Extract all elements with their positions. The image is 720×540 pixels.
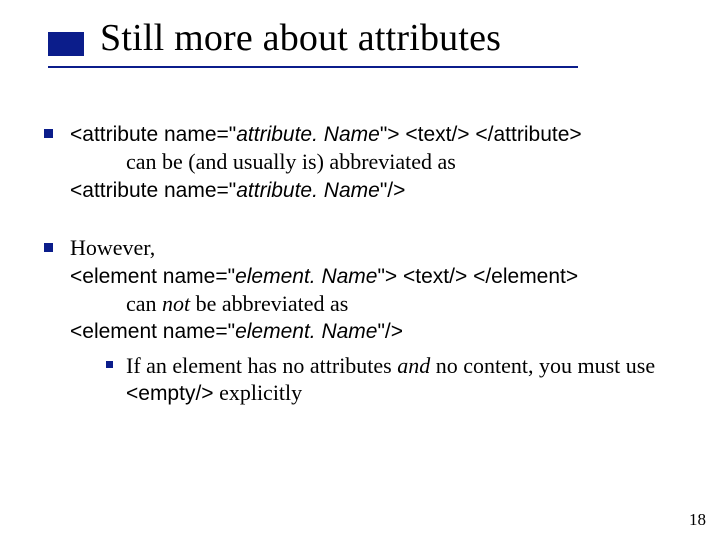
- code-elem-long: <element name="element. Name"> <text/> <…: [70, 265, 578, 288]
- slide: Still more about attributes <attribute n…: [0, 0, 720, 540]
- body-content: <attribute name="attribute. Name"> <text…: [40, 120, 690, 437]
- title-block: Still more about attributes: [100, 16, 501, 60]
- code-attr-short: <attribute name="attribute. Name"/>: [70, 179, 405, 202]
- bullet-2: However, <element name="element. Name"> …: [40, 234, 690, 407]
- bullet-2-sub: If an element has no attributes and no c…: [70, 352, 690, 408]
- bullet-1: <attribute name="attribute. Name"> <text…: [40, 120, 690, 204]
- code-empty: <empty/>: [126, 382, 214, 405]
- bullet-2-lead: However,: [70, 235, 155, 260]
- code-elem-short: <element name="element. Name"/>: [70, 320, 403, 343]
- slide-title: Still more about attributes: [100, 16, 501, 60]
- title-underline: [48, 66, 578, 68]
- bullet-2-note: can not be abbreviated as: [70, 290, 348, 318]
- page-number: 18: [689, 510, 706, 530]
- accent-box: [48, 32, 84, 56]
- code-attr-long: <attribute name="attribute. Name"> <text…: [70, 123, 582, 146]
- bullet-1-note: can be (and usually is) abbreviated as: [70, 148, 456, 176]
